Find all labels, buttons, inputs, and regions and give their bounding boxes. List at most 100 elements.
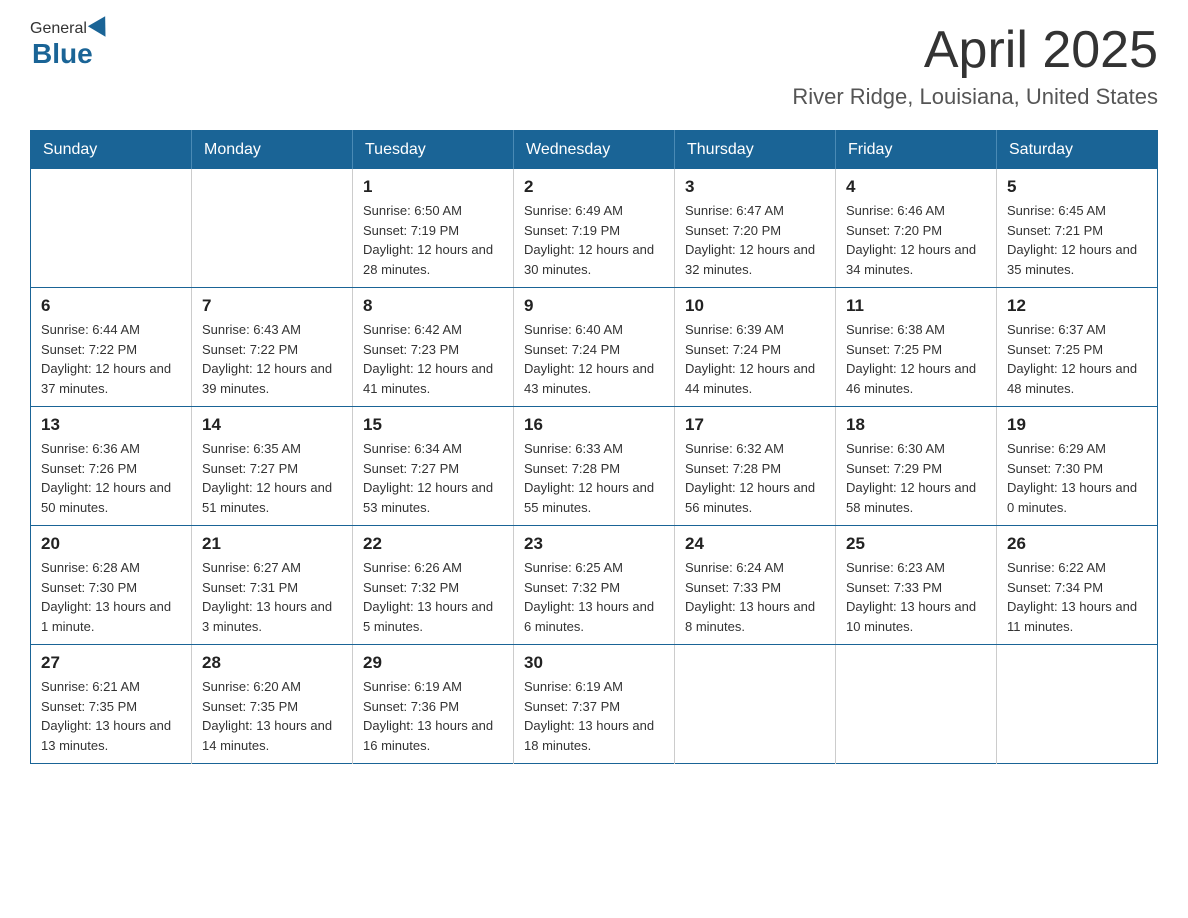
calendar-cell: 8 Sunrise: 6:42 AMSunset: 7:23 PMDaylight…	[353, 288, 514, 407]
calendar-cell: 10Sunrise: 6:39 AMSunset: 7:24 PMDayligh…	[675, 288, 836, 407]
calendar-cell	[675, 645, 836, 764]
calendar-cell	[192, 169, 353, 288]
day-info: Sunrise: 6:32 AMSunset: 7:28 PMDaylight:…	[685, 439, 825, 517]
calendar-cell: 27 Sunrise: 6:21 AMSunset: 7:35 PMDayligh…	[31, 645, 192, 764]
calendar-cell: 11 Sunrise: 6:38 AMSunset: 7:25 PMDayligh…	[836, 288, 997, 407]
calendar-cell: 15 Sunrise: 6:34 AMSunset: 7:27 PMDayligh…	[353, 407, 514, 526]
day-number: 18	[846, 415, 986, 435]
day-number: 15	[363, 415, 503, 435]
calendar-cell: 26Sunrise: 6:22 AMSunset: 7:34 PMDayligh…	[997, 526, 1158, 645]
month-title: April 2025	[792, 20, 1158, 80]
day-number: 20	[41, 534, 181, 554]
day-number: 7	[202, 296, 342, 316]
calendar-cell: 20 Sunrise: 6:28 AMSunset: 7:30 PMDayligh…	[31, 526, 192, 645]
logo-general-text: General	[30, 20, 87, 38]
calendar-cell: 14 Sunrise: 6:35 AMSunset: 7:27 PMDayligh…	[192, 407, 353, 526]
logo: General Blue	[30, 20, 113, 70]
weekday-header-wednesday: Wednesday	[514, 131, 675, 170]
day-number: 5	[1007, 177, 1147, 197]
weekday-header-thursday: Thursday	[675, 131, 836, 170]
calendar-table: SundayMondayTuesdayWednesdayThursdayFrid…	[30, 130, 1158, 764]
day-info: Sunrise: 6:38 AMSunset: 7:25 PMDaylight:…	[846, 320, 986, 398]
logo-blue-text: Blue	[32, 38, 93, 70]
calendar-cell: 3 Sunrise: 6:47 AMSunset: 7:20 PMDaylight…	[675, 169, 836, 288]
day-number: 8	[363, 296, 503, 316]
day-info: Sunrise: 6:30 AMSunset: 7:29 PMDaylight:…	[846, 439, 986, 517]
day-info: Sunrise: 6:50 AMSunset: 7:19 PMDaylight:…	[363, 201, 503, 279]
day-number: 23	[524, 534, 664, 554]
day-info: Sunrise: 6:34 AMSunset: 7:27 PMDaylight:…	[363, 439, 503, 517]
weekday-header-saturday: Saturday	[997, 131, 1158, 170]
calendar-cell: 12 Sunrise: 6:37 AMSunset: 7:25 PMDayligh…	[997, 288, 1158, 407]
calendar-cell: 13 Sunrise: 6:36 AMSunset: 7:26 PMDayligh…	[31, 407, 192, 526]
calendar-week-row: 6 Sunrise: 6:44 AMSunset: 7:22 PMDaylight…	[31, 288, 1158, 407]
day-info: Sunrise: 6:24 AMSunset: 7:33 PMDaylight:…	[685, 558, 825, 636]
day-number: 2	[524, 177, 664, 197]
day-info: Sunrise: 6:29 AMSunset: 7:30 PMDaylight:…	[1007, 439, 1147, 517]
calendar-cell: 1Sunrise: 6:50 AMSunset: 7:19 PMDaylight…	[353, 169, 514, 288]
calendar-cell: 19 Sunrise: 6:29 AMSunset: 7:30 PMDayligh…	[997, 407, 1158, 526]
day-number: 30	[524, 653, 664, 673]
day-info: Sunrise: 6:19 AMSunset: 7:36 PMDaylight:…	[363, 677, 503, 755]
page-header: General Blue April 2025 River Ridge, Lou…	[30, 20, 1158, 110]
weekday-header-sunday: Sunday	[31, 131, 192, 170]
day-info: Sunrise: 6:36 AMSunset: 7:26 PMDaylight:…	[41, 439, 181, 517]
day-number: 27	[41, 653, 181, 673]
day-info: Sunrise: 6:23 AMSunset: 7:33 PMDaylight:…	[846, 558, 986, 636]
day-info: Sunrise: 6:45 AMSunset: 7:21 PMDaylight:…	[1007, 201, 1147, 279]
day-info: Sunrise: 6:19 AMSunset: 7:37 PMDaylight:…	[524, 677, 664, 755]
day-info: Sunrise: 6:27 AMSunset: 7:31 PMDaylight:…	[202, 558, 342, 636]
day-info: Sunrise: 6:22 AMSunset: 7:34 PMDaylight:…	[1007, 558, 1147, 636]
calendar-cell: 21 Sunrise: 6:27 AMSunset: 7:31 PMDayligh…	[192, 526, 353, 645]
day-number: 14	[202, 415, 342, 435]
day-number: 21	[202, 534, 342, 554]
calendar-cell: 18 Sunrise: 6:30 AMSunset: 7:29 PMDayligh…	[836, 407, 997, 526]
day-info: Sunrise: 6:35 AMSunset: 7:27 PMDaylight:…	[202, 439, 342, 517]
calendar-cell: 5 Sunrise: 6:45 AMSunset: 7:21 PMDaylight…	[997, 169, 1158, 288]
day-info: Sunrise: 6:21 AMSunset: 7:35 PMDaylight:…	[41, 677, 181, 755]
day-number: 24	[685, 534, 825, 554]
day-info: Sunrise: 6:40 AMSunset: 7:24 PMDaylight:…	[524, 320, 664, 398]
day-number: 12	[1007, 296, 1147, 316]
day-number: 29	[363, 653, 503, 673]
day-info: Sunrise: 6:42 AMSunset: 7:23 PMDaylight:…	[363, 320, 503, 398]
calendar-week-row: 13 Sunrise: 6:36 AMSunset: 7:26 PMDayligh…	[31, 407, 1158, 526]
day-info: Sunrise: 6:28 AMSunset: 7:30 PMDaylight:…	[41, 558, 181, 636]
day-number: 3	[685, 177, 825, 197]
day-info: Sunrise: 6:37 AMSunset: 7:25 PMDaylight:…	[1007, 320, 1147, 398]
day-info: Sunrise: 6:26 AMSunset: 7:32 PMDaylight:…	[363, 558, 503, 636]
day-info: Sunrise: 6:44 AMSunset: 7:22 PMDaylight:…	[41, 320, 181, 398]
calendar-cell: 17Sunrise: 6:32 AMSunset: 7:28 PMDayligh…	[675, 407, 836, 526]
calendar-cell: 16 Sunrise: 6:33 AMSunset: 7:28 PMDayligh…	[514, 407, 675, 526]
day-number: 22	[363, 534, 503, 554]
calendar-cell: 28Sunrise: 6:20 AMSunset: 7:35 PMDayligh…	[192, 645, 353, 764]
calendar-cell	[836, 645, 997, 764]
day-info: Sunrise: 6:20 AMSunset: 7:35 PMDaylight:…	[202, 677, 342, 755]
day-info: Sunrise: 6:47 AMSunset: 7:20 PMDaylight:…	[685, 201, 825, 279]
day-number: 16	[524, 415, 664, 435]
calendar-cell: 22 Sunrise: 6:26 AMSunset: 7:32 PMDayligh…	[353, 526, 514, 645]
day-number: 9	[524, 296, 664, 316]
calendar-cell: 24 Sunrise: 6:24 AMSunset: 7:33 PMDayligh…	[675, 526, 836, 645]
title-section: April 2025 River Ridge, Louisiana, Unite…	[792, 20, 1158, 110]
day-number: 13	[41, 415, 181, 435]
day-number: 4	[846, 177, 986, 197]
calendar-week-row: 1Sunrise: 6:50 AMSunset: 7:19 PMDaylight…	[31, 169, 1158, 288]
day-number: 25	[846, 534, 986, 554]
weekday-header-row: SundayMondayTuesdayWednesdayThursdayFrid…	[31, 131, 1158, 170]
weekday-header-friday: Friday	[836, 131, 997, 170]
day-info: Sunrise: 6:43 AMSunset: 7:22 PMDaylight:…	[202, 320, 342, 398]
calendar-cell	[997, 645, 1158, 764]
weekday-header-monday: Monday	[192, 131, 353, 170]
day-info: Sunrise: 6:25 AMSunset: 7:32 PMDaylight:…	[524, 558, 664, 636]
location-title: River Ridge, Louisiana, United States	[792, 84, 1158, 110]
day-info: Sunrise: 6:46 AMSunset: 7:20 PMDaylight:…	[846, 201, 986, 279]
day-number: 11	[846, 296, 986, 316]
day-info: Sunrise: 6:39 AMSunset: 7:24 PMDaylight:…	[685, 320, 825, 398]
day-number: 6	[41, 296, 181, 316]
day-number: 19	[1007, 415, 1147, 435]
day-info: Sunrise: 6:49 AMSunset: 7:19 PMDaylight:…	[524, 201, 664, 279]
calendar-cell: 23 Sunrise: 6:25 AMSunset: 7:32 PMDayligh…	[514, 526, 675, 645]
calendar-cell	[31, 169, 192, 288]
day-info: Sunrise: 6:33 AMSunset: 7:28 PMDaylight:…	[524, 439, 664, 517]
